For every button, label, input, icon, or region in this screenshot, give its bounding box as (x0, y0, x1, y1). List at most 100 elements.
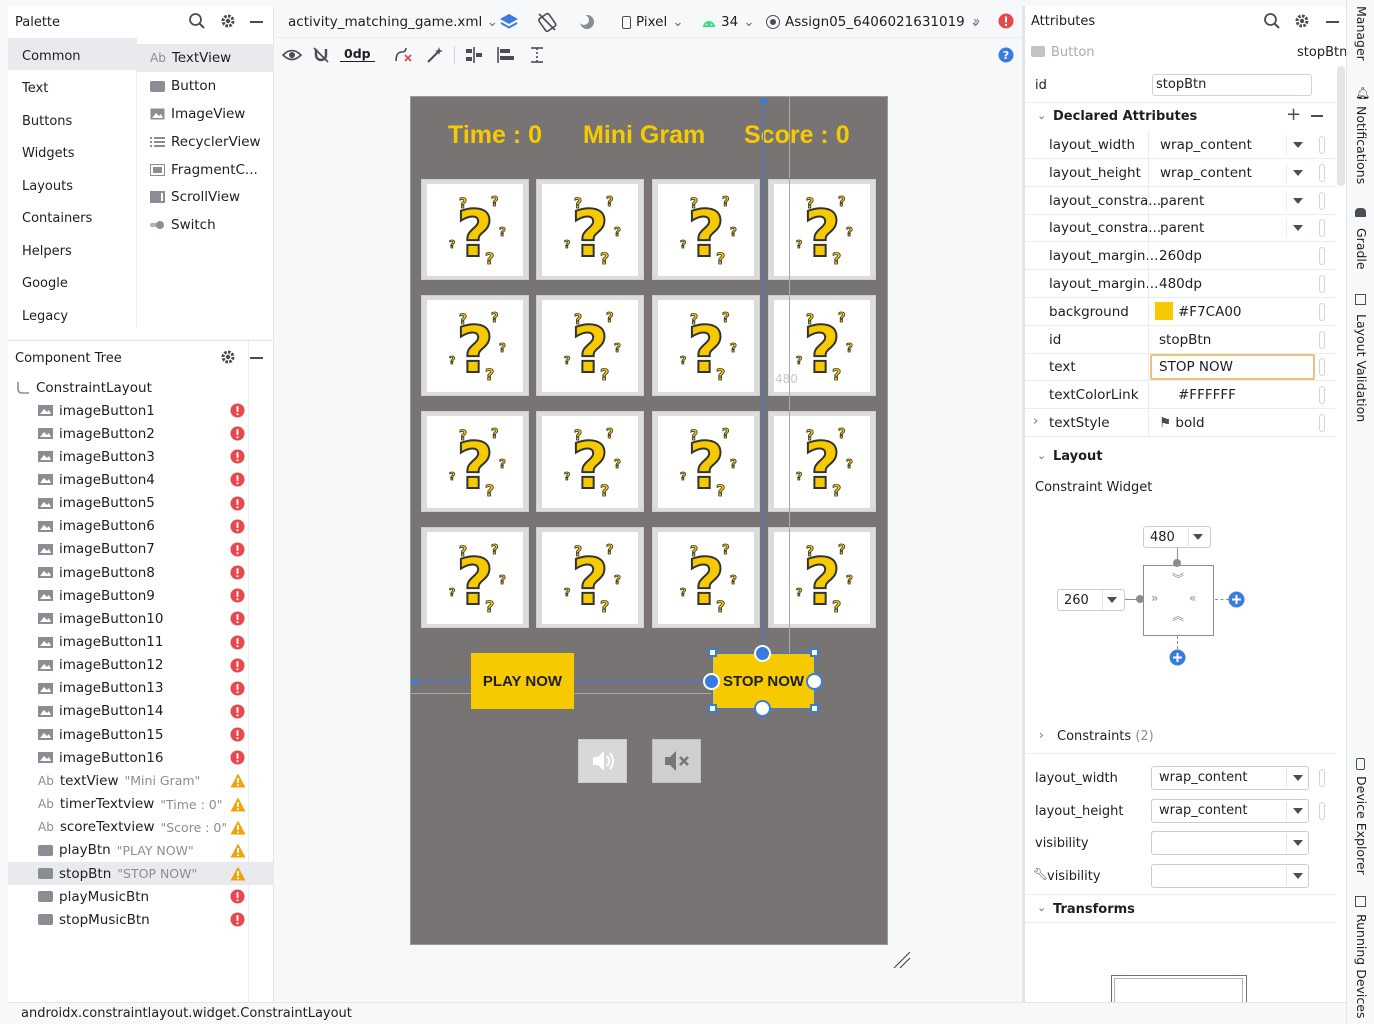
resize-handle[interactable] (708, 648, 717, 657)
attribute-row[interactable]: textColorLink #FFFFFF (1025, 381, 1335, 410)
error-icon[interactable] (230, 658, 245, 673)
palette-widget-switch[interactable]: Switch (140, 211, 274, 239)
layout-validation-tab[interactable]: Layout Validation (1354, 314, 1369, 422)
notifications-tab[interactable]: Notifications (1354, 106, 1369, 184)
image-button-card[interactable]: ?????? (768, 179, 876, 280)
reference-button[interactable] (1319, 275, 1325, 293)
chevron-down-icon[interactable]: ︾ (1172, 570, 1184, 587)
clear-constraints-icon[interactable] (394, 46, 414, 64)
default-margin[interactable]: 0dp (340, 46, 375, 62)
layout-attribute-row[interactable]: visibility 🔧︎ (1025, 862, 1335, 890)
tree-item[interactable]: imageButton14 (8, 700, 274, 723)
search-icon[interactable] (1263, 12, 1281, 30)
declared-attributes-header[interactable]: Declared Attributes (1053, 109, 1197, 124)
scrollbar[interactable] (1337, 66, 1345, 186)
more-icon[interactable]: » (973, 14, 980, 28)
image-button-card[interactable]: ?????? (652, 179, 760, 280)
layout-attribute-row[interactable]: layout_width wrap_content (1025, 764, 1335, 792)
device-preview[interactable]: Time : 0 Mini Gram Score : 0 ???????????… (410, 96, 888, 945)
chevron-up-icon[interactable]: ︽ (1172, 607, 1184, 624)
attribute-value[interactable]: wrap_content (1160, 137, 1252, 153)
tree-item[interactable]: imageButton4 (8, 468, 274, 491)
guidelines-icon[interactable] (528, 46, 546, 64)
attribute-row[interactable]: background #F7CA00 (1025, 297, 1335, 326)
tree-item[interactable]: imageButton16 (8, 746, 274, 769)
image-button-card[interactable]: ?????? (652, 527, 760, 628)
reference-button[interactable] (1319, 769, 1325, 787)
chevron-down-icon[interactable] (1293, 142, 1303, 148)
anchor-top[interactable] (754, 645, 771, 662)
attribute-row[interactable]: layout_constra... parent (1025, 214, 1335, 243)
palette-category[interactable]: Google (8, 267, 136, 299)
error-icon[interactable] (230, 565, 245, 580)
chevron-down-icon[interactable]: ⌄ (1037, 109, 1046, 122)
anchor-right[interactable] (806, 673, 823, 690)
palette-widget-scrollview[interactable]: ScrollView (140, 183, 274, 211)
reference-button[interactable] (1319, 247, 1325, 266)
reference-button[interactable] (1319, 386, 1325, 405)
id-input[interactable]: stopBtn (1152, 74, 1312, 96)
layout-attribute-row[interactable]: visibility (1025, 829, 1335, 857)
attribute-row[interactable]: layout_constra... parent (1025, 186, 1335, 215)
resize-handle[interactable] (708, 704, 717, 713)
attribute-value[interactable]: 260dp (1159, 248, 1202, 264)
image-button-card[interactable]: ?????? (652, 295, 760, 396)
chevron-left-icon[interactable]: « (1189, 591, 1196, 605)
image-button-card[interactable]: ?????? (536, 179, 644, 280)
tree-item[interactable]: imageButton3 (8, 445, 274, 468)
play-music-button[interactable] (578, 739, 627, 783)
palette-widget-textview[interactable]: Ab TextView (140, 44, 274, 72)
error-icon[interactable] (998, 13, 1014, 29)
add-constraint-right-icon[interactable] (1228, 591, 1245, 608)
dropdown[interactable] (1151, 863, 1309, 888)
warning-icon[interactable] (230, 820, 246, 835)
magnet-off-icon[interactable] (312, 46, 330, 64)
layout-attribute-row[interactable]: layout_height wrap_content (1025, 797, 1335, 825)
resize-corner-icon[interactable] (892, 950, 912, 970)
reference-button[interactable] (1319, 219, 1325, 238)
error-icon[interactable] (230, 704, 245, 719)
attribute-row[interactable]: layout_margin... 480dp (1025, 270, 1335, 298)
dropdown[interactable]: wrap_content (1151, 798, 1309, 823)
reference-button[interactable] (1319, 801, 1325, 820)
minimize-icon[interactable] (250, 357, 263, 359)
reference-button[interactable] (1319, 191, 1325, 210)
palette-category[interactable]: Legacy (8, 300, 136, 332)
warning-icon[interactable] (230, 773, 246, 788)
error-icon[interactable] (230, 542, 245, 557)
device-explorer-tab[interactable]: Device Explorer (1354, 776, 1369, 875)
error-icon[interactable] (230, 912, 245, 927)
palette-category[interactable]: Widgets (8, 137, 136, 169)
device-selector[interactable]: Pixel ⌄ (622, 14, 684, 30)
dropdown[interactable]: wrap_content (1151, 766, 1309, 790)
reference-button[interactable] (1319, 330, 1325, 349)
dropdown[interactable] (1151, 831, 1309, 855)
palette-category[interactable]: Helpers (8, 235, 136, 267)
reference-button[interactable] (1319, 302, 1325, 321)
attribute-value[interactable]: parent (1160, 193, 1204, 209)
stop-music-button[interactable] (652, 739, 701, 783)
attribute-value[interactable]: STOP NOW (1159, 359, 1233, 375)
palette-widget-button[interactable]: Button (140, 72, 274, 100)
error-icon[interactable] (230, 449, 245, 464)
error-icon[interactable] (230, 889, 245, 904)
add-attribute-icon[interactable]: + (1286, 104, 1301, 125)
palette-category[interactable]: Text (8, 72, 136, 104)
tree-item[interactable]: playMusicBtn (8, 885, 274, 908)
night-mode-icon[interactable] (576, 11, 598, 33)
chevron-down-icon[interactable]: ⌄ (1037, 901, 1046, 914)
image-button-card[interactable]: ?????? (768, 411, 876, 512)
orientation-icon[interactable] (536, 11, 558, 33)
attribute-row[interactable]: layout_margin... 260dp (1025, 242, 1335, 271)
gradle-tab[interactable]: Gradle (1354, 228, 1369, 270)
attribute-value[interactable]: #F7CA00 (1155, 301, 1242, 320)
attribute-value[interactable]: 480dp (1159, 276, 1202, 292)
resize-handle[interactable] (810, 704, 819, 713)
minimize-icon[interactable] (250, 21, 263, 23)
palette-category[interactable]: Layouts (8, 170, 136, 202)
tree-item[interactable]: imageButton10 (8, 607, 274, 630)
tree-item[interactable]: imageButton2 (8, 422, 274, 445)
eye-icon[interactable] (282, 46, 302, 64)
play-now-button[interactable]: PLAY NOW (471, 653, 574, 709)
attribute-row[interactable]: id stopBtn (1025, 325, 1335, 354)
